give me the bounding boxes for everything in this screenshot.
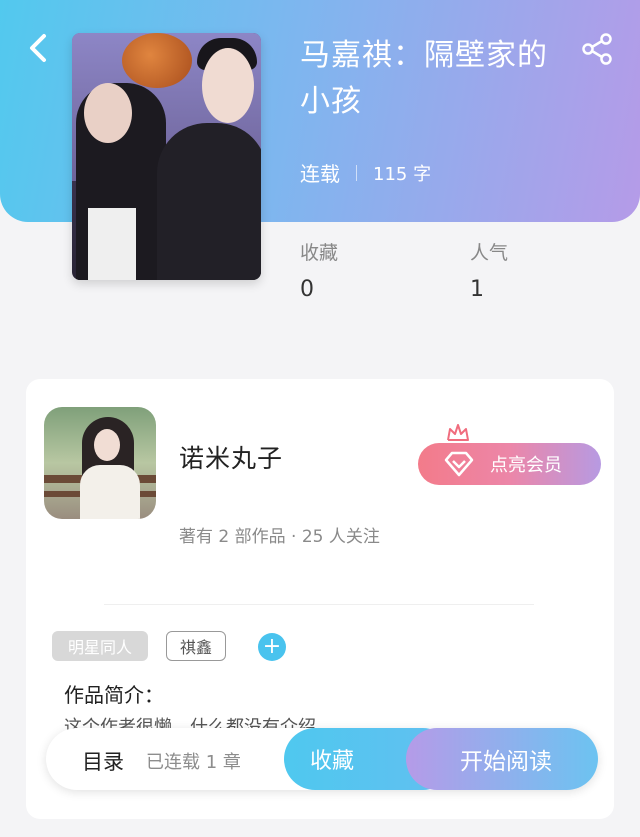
author-info: 著有 2 部作品 · 25 人关注 — [179, 527, 380, 547]
chevron-left-icon[interactable] — [22, 30, 54, 66]
vip-button-label: 点亮会员 — [490, 455, 562, 476]
author-name[interactable]: 诺米丸子 — [179, 439, 283, 475]
section-divider — [104, 604, 534, 605]
book-cover[interactable] — [72, 33, 261, 280]
avatar-figure — [80, 465, 140, 519]
favorites-label: 收藏 — [300, 242, 339, 264]
intro-title: 作品简介： — [64, 683, 164, 707]
cover-figure — [88, 208, 136, 280]
crown-icon — [447, 424, 469, 441]
serial-status: 连载 — [300, 162, 340, 186]
cover-figure — [157, 123, 261, 280]
author-avatar[interactable] — [44, 407, 156, 519]
avatar-figure — [94, 429, 120, 461]
tag-chip[interactable]: 祺鑫 — [166, 631, 226, 661]
share-icon[interactable] — [580, 32, 614, 66]
start-reading-button[interactable]: 开始阅读 — [406, 728, 598, 790]
popularity-label: 人气 — [470, 242, 509, 264]
popularity-value: 1 — [470, 277, 484, 302]
book-meta: 连载 115 字 — [300, 158, 431, 187]
favorites-value: 0 — [300, 277, 314, 302]
diamond-icon — [444, 451, 474, 477]
book-title: 马嘉祺：隔壁家的小孩 — [300, 38, 548, 119]
favorites-stat: 收藏 0 — [300, 238, 338, 302]
start-reading-label: 开始阅读 — [460, 749, 552, 775]
bottom-action-bar: 目录 已连载 1 章 收藏 开始阅读 — [46, 728, 598, 790]
tag-chip[interactable]: 明星同人 — [52, 631, 148, 661]
basketball — [122, 33, 192, 88]
popularity-stat: 人气 1 — [470, 238, 508, 302]
chapter-count: 已连载 1 章 — [146, 752, 241, 773]
cover-figure — [202, 48, 254, 123]
favorite-button-label: 收藏 — [310, 749, 355, 774]
cover-figure — [84, 83, 132, 143]
add-tag-button[interactable]: + — [258, 633, 286, 661]
toc-button[interactable]: 目录 — [82, 746, 124, 776]
word-count: 115 字 — [373, 163, 432, 185]
meta-divider — [356, 164, 357, 181]
